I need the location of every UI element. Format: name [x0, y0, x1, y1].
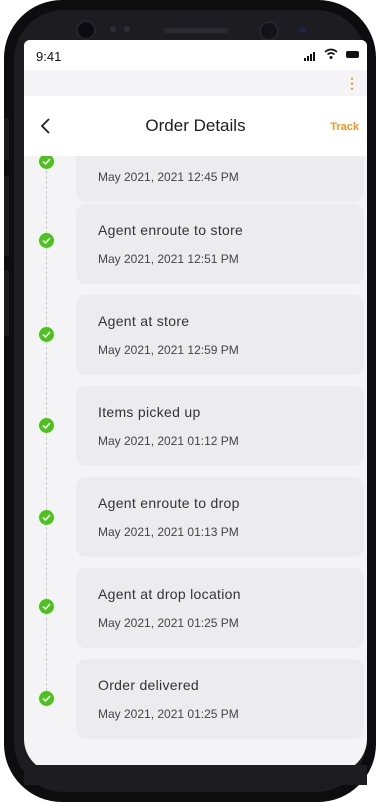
- timeline-date: May 2021, 2021 01:25 PM: [98, 707, 239, 721]
- more-vertical-icon[interactable]: ⋮: [345, 75, 359, 91]
- volume-button: [4, 118, 9, 160]
- battery-icon: [346, 51, 359, 58]
- order-timeline: May 2021, 2021 12:45 PM Agent enroute to…: [24, 156, 367, 773]
- nav-header: Order Details Track: [24, 96, 367, 156]
- light-sensor: [300, 27, 306, 33]
- timeline-date: May 2021, 2021 01:12 PM: [98, 434, 239, 448]
- check-circle-icon: [39, 510, 54, 525]
- front-camera: [76, 20, 96, 40]
- timeline-date: May 2021, 2021 12:45 PM: [98, 170, 239, 184]
- app-top-strip: ⋮: [24, 70, 367, 96]
- timeline-date: May 2021, 2021 12:59 PM: [98, 343, 239, 357]
- check-circle-icon: [39, 233, 54, 248]
- proximity-sensor: [259, 21, 279, 41]
- wifi-icon: [324, 48, 338, 59]
- track-button[interactable]: Track: [330, 121, 359, 133]
- check-circle-icon: [39, 599, 54, 614]
- timeline-card: Order delivered May 2021, 2021 01:25 PM: [76, 659, 364, 739]
- check-circle-icon: [39, 156, 54, 169]
- volume-button: [4, 176, 9, 256]
- timeline-label: Agent at store: [98, 313, 190, 329]
- sensor-dot: [124, 26, 130, 32]
- check-circle-icon: [39, 327, 54, 342]
- timeline-label: Agent at drop location: [98, 586, 241, 602]
- timeline-card: Agent enroute to drop May 2021, 2021 01:…: [76, 477, 364, 557]
- earpiece-speaker: [164, 28, 228, 33]
- timeline-card: Agent enroute to store May 2021, 2021 12…: [76, 204, 364, 284]
- timeline-label: Items picked up: [98, 404, 201, 420]
- timeline-label: Order delivered: [98, 677, 199, 693]
- timeline-card: Agent at drop location May 2021, 2021 01…: [76, 568, 364, 648]
- timeline-card: Items picked up May 2021, 2021 01:12 PM: [76, 386, 364, 466]
- timeline-label: Agent enroute to drop: [98, 495, 240, 511]
- page-title: Order Details: [145, 116, 246, 135]
- timeline-date: May 2021, 2021 01:25 PM: [98, 616, 239, 630]
- check-circle-icon: [39, 691, 54, 706]
- phone-chin: [24, 765, 367, 785]
- timeline-card: Agent at store May 2021, 2021 12:59 PM: [76, 295, 364, 375]
- timeline-date: May 2021, 2021 01:13 PM: [98, 525, 239, 539]
- timeline-date: May 2021, 2021 12:51 PM: [98, 252, 239, 266]
- timeline-label: Agent enroute to store: [98, 222, 244, 238]
- check-circle-icon: [39, 418, 54, 433]
- status-bar: 9:41: [24, 40, 367, 70]
- power-button: [4, 270, 9, 336]
- status-time: 9:41: [36, 49, 62, 64]
- timeline-card: May 2021, 2021 12:45 PM: [76, 156, 364, 202]
- signal-icon: [304, 52, 315, 61]
- sensor-dot: [110, 26, 116, 32]
- app-screen: 9:41 ⋮ Order Details Track May 2021, 202…: [24, 40, 367, 773]
